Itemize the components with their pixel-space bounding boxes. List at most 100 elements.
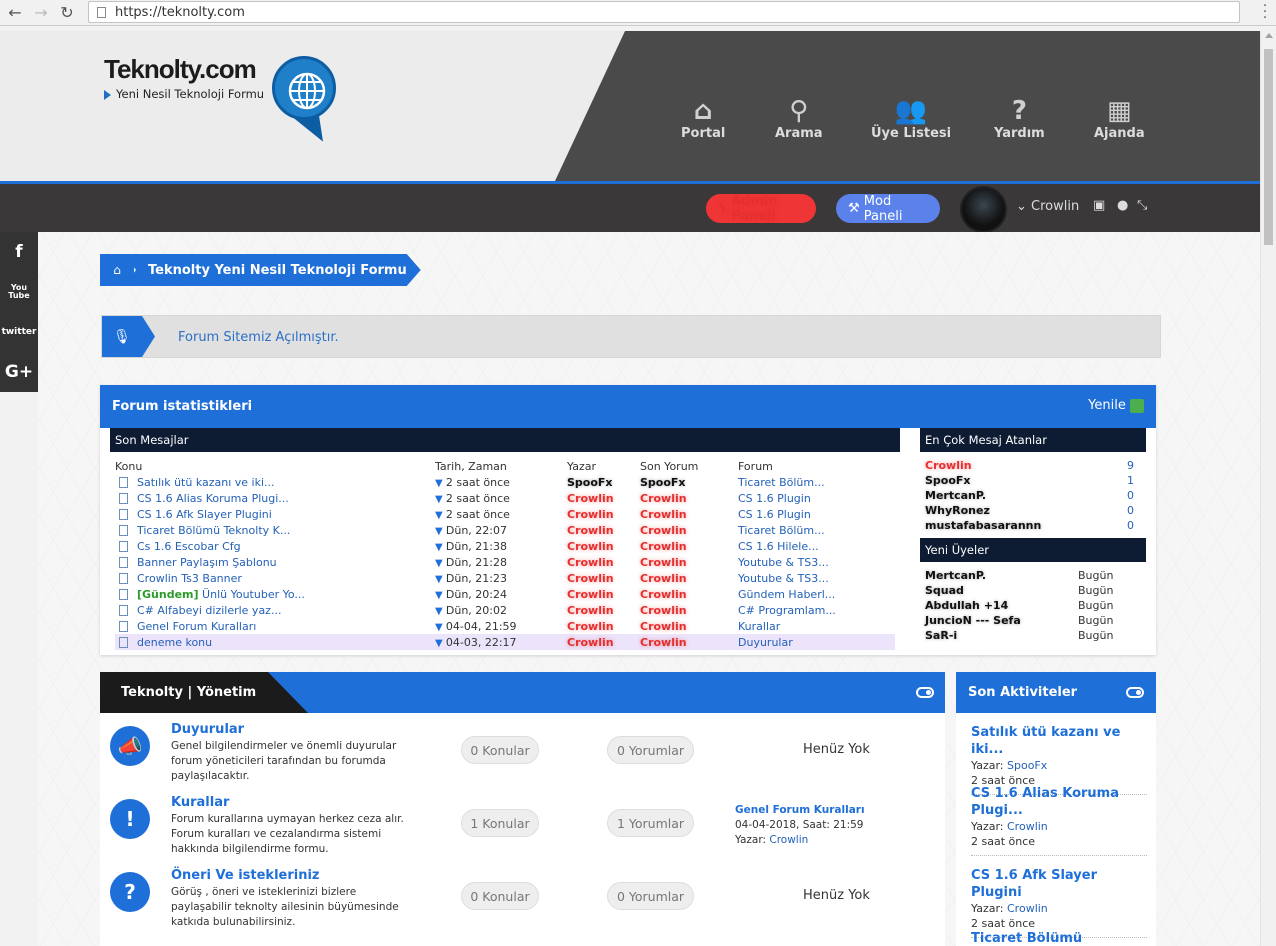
forum-link[interactable]: Youtube & TS3... <box>738 570 895 586</box>
poster-name[interactable]: WhyRonez <box>925 503 1115 518</box>
topic-link[interactable]: CS 1.6 Afk Slayer Plugini <box>137 508 272 521</box>
topic-link[interactable]: Ünlü Youtuber Yo... <box>202 588 305 601</box>
topic-cell[interactable]: Genel Forum Kuralları <box>115 618 435 634</box>
user-menu[interactable]: ⌄ Crowlin <box>1016 199 1079 214</box>
site-logo[interactable]: Teknolty.com Yeni Nesil Teknoloji Formu <box>103 54 264 101</box>
author-link[interactable]: Crowlin <box>567 570 640 586</box>
activity-title-link[interactable]: CS 1.6 Alias Koruma Plugi... <box>971 785 1147 819</box>
post-count[interactable]: 0 <box>1115 488 1146 503</box>
last-reply-link[interactable]: Crowlin <box>640 618 738 634</box>
author-link[interactable]: Crowlin <box>567 618 640 634</box>
forum-title[interactable]: Kurallar <box>171 795 229 810</box>
topic-link[interactable]: Cs 1.6 Escobar Cfg <box>137 540 241 553</box>
forum-title[interactable]: Duyurular <box>171 722 244 737</box>
author-link[interactable]: Crowlin <box>1007 902 1048 915</box>
topic-link[interactable]: C# Alfabeyi dizilerle yaz... <box>137 604 281 617</box>
menu-icon[interactable]: · · · <box>1260 0 1270 25</box>
admin-panel-button[interactable]: ϟ Admin Paneli <box>706 194 816 224</box>
author-link[interactable]: SpooFx <box>1007 759 1047 772</box>
topic-link[interactable]: Ticaret Bölümü Teknolty K... <box>137 524 290 537</box>
post-count[interactable]: 0 <box>1115 503 1146 518</box>
activity-title-link[interactable]: Ticaret Bölümü Teknolty <box>971 930 1147 946</box>
forum-link[interactable]: CS 1.6 Plugin <box>738 490 895 506</box>
member-name[interactable]: MertcanP. <box>925 568 1078 583</box>
topic-cell[interactable]: [Gündem] Ünlü Youtuber Yo... <box>115 586 435 602</box>
last-reply-link[interactable]: SpooFx <box>640 474 738 490</box>
forward-icon[interactable]: → <box>30 2 52 24</box>
author-link[interactable]: Crowlin <box>567 554 640 570</box>
topic-cell[interactable]: C# Alfabeyi dizilerle yaz... <box>115 602 435 618</box>
category-title[interactable]: Teknolty | Yönetim <box>100 672 308 713</box>
forum-link[interactable]: Ticaret Bölüm... <box>738 474 895 490</box>
back-icon[interactable]: ← <box>4 2 26 24</box>
forum-link[interactable]: Youtube & TS3... <box>738 554 895 570</box>
author-link[interactable]: Crowlin <box>567 602 640 618</box>
google-plus-icon[interactable]: G+ <box>0 352 38 392</box>
scrollbar[interactable] <box>1260 31 1276 946</box>
avatar[interactable] <box>960 186 1007 233</box>
topic-cell[interactable]: CS 1.6 Afk Slayer Plugini <box>115 506 435 522</box>
topic-link[interactable]: Satılık ütü kazanı ve iki... <box>137 476 275 489</box>
author-link[interactable]: Crowlin <box>769 834 808 846</box>
reload-icon[interactable]: ↻ <box>56 2 78 24</box>
address-bar[interactable]: https://teknolty.com <box>88 1 1240 23</box>
topic-link[interactable]: Crowlin Ts3 Banner <box>137 572 242 585</box>
compress-icon[interactable]: ⤡ <box>1137 198 1147 213</box>
last-reply-link[interactable]: Crowlin <box>640 490 738 506</box>
last-reply-link[interactable]: Crowlin <box>640 586 738 602</box>
scroll-up-icon[interactable] <box>1265 33 1273 38</box>
topic-cell[interactable]: Banner Paylaşım Şablonu <box>115 554 435 570</box>
nav-search[interactable]: ⚲ Arama <box>775 96 823 141</box>
author-link[interactable]: SpooFx <box>567 474 640 490</box>
forum-link[interactable]: Gündem Haberl... <box>738 586 895 602</box>
collapse-toggle-icon[interactable] <box>916 687 934 698</box>
post-count[interactable]: 0 <box>1115 518 1146 533</box>
poster-name[interactable]: MertcanP. <box>925 488 1115 503</box>
topic-link[interactable]: Banner Paylaşım Şablonu <box>137 556 277 569</box>
youtube-icon[interactable]: You Tube <box>0 272 38 312</box>
twitter-icon[interactable]: twitter <box>0 312 38 352</box>
refresh-button[interactable]: Yenile <box>1088 398 1144 413</box>
forum-link[interactable]: Ticaret Bölüm... <box>738 522 895 538</box>
author-link[interactable]: Crowlin <box>567 522 640 538</box>
last-post-title[interactable]: Genel Forum Kuralları <box>735 803 865 818</box>
last-reply-link[interactable]: Crowlin <box>640 570 738 586</box>
nav-help[interactable]: ? Yardım <box>994 96 1045 141</box>
nav-member-list[interactable]: 👥 Üye Listesi <box>871 96 951 141</box>
announcement-text[interactable]: Forum Sitemiz Açılmıştır. <box>178 330 339 345</box>
collapse-toggle-icon[interactable] <box>1126 687 1144 698</box>
forum-link[interactable]: CS 1.6 Hilele... <box>738 538 895 554</box>
topic-cell[interactable]: Crowlin Ts3 Banner <box>115 570 435 586</box>
topic-cell[interactable]: CS 1.6 Alias Koruma Plugi... <box>115 490 435 506</box>
mod-panel-button[interactable]: ⚒ Mod Paneli <box>836 194 940 224</box>
last-reply-link[interactable]: Crowlin <box>640 602 738 618</box>
last-reply-link[interactable]: Crowlin <box>640 538 738 554</box>
forum-link[interactable]: Kurallar <box>738 618 895 634</box>
forum-link[interactable]: CS 1.6 Plugin <box>738 506 895 522</box>
topic-link[interactable]: Genel Forum Kuralları <box>137 620 256 633</box>
author-link[interactable]: Crowlin <box>1007 820 1048 833</box>
scrollbar-thumb[interactable] <box>1264 49 1273 245</box>
topic-cell[interactable]: Ticaret Bölümü Teknolty K... <box>115 522 435 538</box>
author-link[interactable]: Crowlin <box>567 586 640 602</box>
image-icon[interactable]: ▣ <box>1093 198 1105 213</box>
post-count[interactable]: 1 <box>1115 473 1146 488</box>
poster-name[interactable]: SpooFx <box>925 473 1115 488</box>
forum-link[interactable]: Duyurular <box>738 634 895 650</box>
activity-title-link[interactable]: CS 1.6 Afk Slayer Plugini <box>971 867 1147 901</box>
last-reply-link[interactable]: Crowlin <box>640 554 738 570</box>
activity-title-link[interactable]: Satılık ütü kazanı ve iki... <box>971 724 1147 758</box>
topic-cell[interactable]: Satılık ütü kazanı ve iki... <box>115 474 435 490</box>
last-reply-link[interactable]: Crowlin <box>640 634 738 650</box>
member-name[interactable]: Squad <box>925 583 1078 598</box>
forum-title[interactable]: Öneri Ve istekleriniz <box>171 868 320 883</box>
topic-cell[interactable]: Cs 1.6 Escobar Cfg <box>115 538 435 554</box>
author-link[interactable]: Crowlin <box>567 506 640 522</box>
post-count[interactable]: 9 <box>1115 458 1146 473</box>
last-reply-link[interactable]: Crowlin <box>640 506 738 522</box>
topic-cell[interactable]: deneme konu <box>115 634 435 650</box>
last-reply-link[interactable]: Crowlin <box>640 522 738 538</box>
author-link[interactable]: Crowlin <box>567 538 640 554</box>
author-link[interactable]: Crowlin <box>567 634 640 650</box>
member-name[interactable]: Abdullah +14 <box>925 598 1078 613</box>
